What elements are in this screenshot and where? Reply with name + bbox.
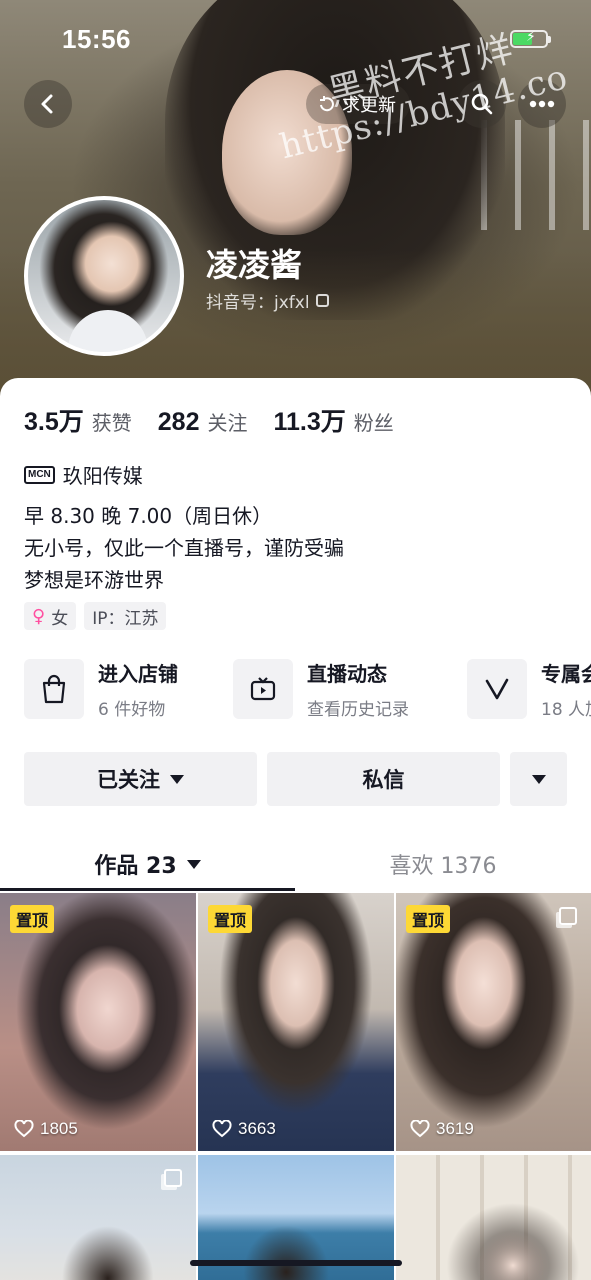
action-buttons: 已关注 私信 <box>24 752 567 806</box>
ip-label: IP：江苏 <box>92 608 159 629</box>
heart-icon <box>14 1120 34 1138</box>
caret-down-icon <box>170 774 184 784</box>
back-button[interactable] <box>24 80 72 128</box>
copy-icon[interactable] <box>315 294 329 307</box>
pinned-badge: 置顶 <box>208 905 253 933</box>
stat-likes-label: 获赞 <box>91 411 132 435</box>
service-exclusive[interactable]: 专属会 18 人加 <box>467 658 591 720</box>
mcn-badge-icon: MCN <box>24 465 55 484</box>
video-likes: 3663 <box>212 1119 276 1139</box>
mcn-name: 玖阳传媒 <box>62 464 143 488</box>
profile-name: 凌凌酱 <box>206 246 303 284</box>
douyin-id-text: 抖音号：jxfxl <box>206 293 310 313</box>
mcn-row[interactable]: MCN 玖阳传媒 <box>24 460 143 489</box>
shopping-bag-icon <box>24 659 84 719</box>
service-live[interactable]: 直播动态 查看历史记录 <box>233 658 409 720</box>
stat-likes-value: 3.5万 <box>24 408 84 436</box>
gender-tag: ♀ 女 <box>24 602 77 630</box>
tab-likes-label: 喜欢 1376 <box>389 854 497 879</box>
stat-following[interactable]: 282 关注 <box>158 407 248 437</box>
refresh-icon <box>320 96 334 112</box>
bio-line: 梦想是环游世界 <box>24 568 164 592</box>
video-likes-count: 1805 <box>40 1119 78 1138</box>
video-likes: 1805 <box>14 1119 78 1139</box>
tv-icon <box>233 659 293 719</box>
video-likes-count: 3619 <box>436 1119 474 1138</box>
heart-icon <box>410 1120 430 1138</box>
message-label: 私信 <box>362 768 405 792</box>
following-button[interactable]: 已关注 <box>24 752 257 806</box>
gender-label: 女 <box>51 608 69 629</box>
pinned-badge: 置顶 <box>10 905 55 933</box>
content-tabs: 作品 23 喜欢 1376 <box>0 840 591 892</box>
more-button[interactable] <box>518 80 566 128</box>
bio: 早 8.30 晚 7.00（周日休） 无小号，仅此一个直播号，谨防受骗 梦想是环… <box>24 500 344 596</box>
recommend-toggle-button[interactable] <box>510 752 567 806</box>
video-thumbnail[interactable] <box>396 1155 591 1280</box>
heart-icon <box>212 1120 232 1138</box>
stat-followers-label: 粉丝 <box>353 411 394 435</box>
service-shop-subtitle: 6 件好物 <box>98 700 166 720</box>
stat-likes[interactable]: 3.5万 获赞 <box>24 402 132 438</box>
stat-following-label: 关注 <box>207 411 248 435</box>
service-live-title: 直播动态 <box>307 662 387 686</box>
service-exclusive-subtitle: 18 人加 <box>541 700 591 720</box>
multi-image-icon <box>164 1169 182 1187</box>
more-dots-icon <box>529 100 555 108</box>
following-label: 已关注 <box>97 768 160 792</box>
caret-down-icon <box>186 859 201 869</box>
female-icon: ♀ <box>32 605 46 627</box>
tab-indicator <box>0 888 295 891</box>
stat-following-value: 282 <box>157 408 200 436</box>
home-indicator <box>190 1260 402 1266</box>
request-update-label: 求更新 <box>342 95 396 116</box>
video-thumbnail[interactable] <box>0 1155 196 1280</box>
ip-tag: IP：江苏 <box>84 602 167 630</box>
tab-likes[interactable]: 喜欢 1376 <box>295 840 591 888</box>
avatar[interactable] <box>24 196 184 356</box>
service-shop-title: 进入店铺 <box>98 662 178 686</box>
services-row: 进入店铺 6 件好物 直播动态 查看历史记录 专属会 18 人加 <box>24 658 591 722</box>
service-exclusive-title: 专属会 <box>541 662 591 686</box>
caret-down-icon <box>531 774 546 784</box>
video-thumbnail[interactable]: 置顶 1805 <box>0 893 196 1151</box>
battery-icon: ⚡ <box>510 29 551 48</box>
video-likes-count: 3663 <box>238 1119 276 1138</box>
douyin-id: 抖音号：jxfxl <box>206 288 329 313</box>
back-arrow-icon <box>41 94 53 114</box>
service-shop[interactable]: 进入店铺 6 件好物 <box>24 658 178 720</box>
video-thumbnail[interactable]: 置顶 3619 <box>396 893 591 1151</box>
stats-row: 3.5万 获赞 282 关注 11.3万 粉丝 <box>24 402 394 438</box>
stat-followers-value: 11.3万 <box>273 408 346 436</box>
search-button[interactable] <box>458 80 506 128</box>
profile-tags: ♀ 女 IP：江苏 <box>24 602 167 630</box>
video-likes: 3619 <box>410 1119 474 1139</box>
status-time: 15:56 <box>62 24 131 54</box>
bio-line: 无小号，仅此一个直播号，谨防受骗 <box>24 536 344 560</box>
multi-image-icon <box>559 907 577 925</box>
service-live-subtitle: 查看历史记录 <box>307 700 409 720</box>
video-thumbnail[interactable]: 置顶 3663 <box>198 893 394 1151</box>
search-icon <box>471 93 493 115</box>
bio-line: 早 8.30 晚 7.00（周日休） <box>24 504 273 528</box>
profile-card: 3.5万 获赞 282 关注 11.3万 粉丝 MCN 玖阳传媒 早 8.30 … <box>0 378 591 1280</box>
pinned-badge: 置顶 <box>406 905 451 933</box>
message-button[interactable]: 私信 <box>267 752 500 806</box>
tab-works[interactable]: 作品 23 <box>0 840 295 888</box>
stat-followers[interactable]: 11.3万 粉丝 <box>273 402 393 438</box>
request-update-button[interactable]: 求更新 <box>306 84 410 124</box>
v-badge-icon <box>467 659 527 719</box>
tab-works-label: 作品 23 <box>94 854 177 879</box>
